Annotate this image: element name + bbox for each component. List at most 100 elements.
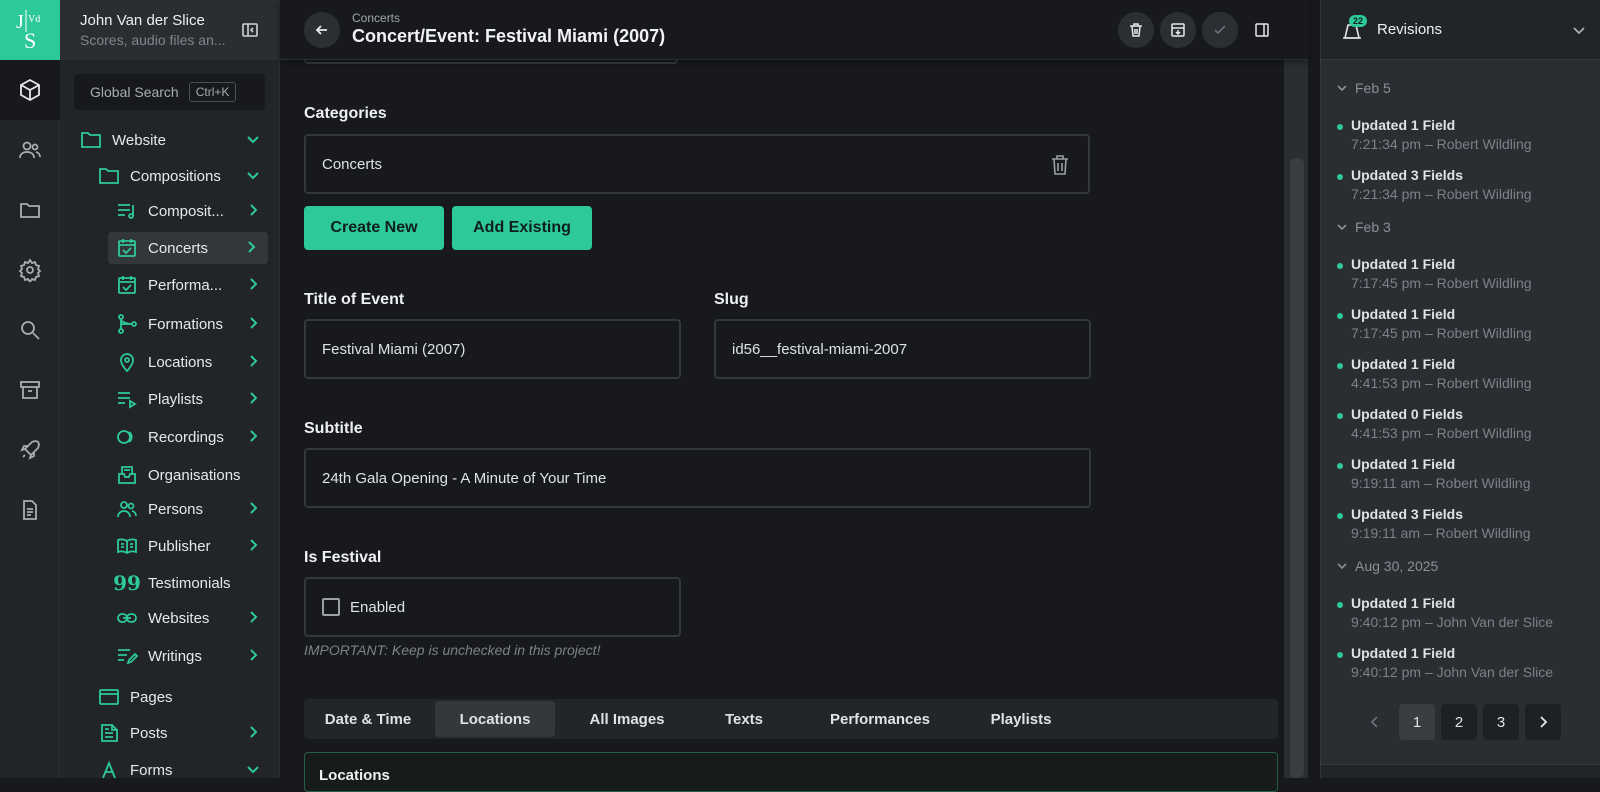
chevron-right-icon[interactable] (246, 610, 260, 624)
tree-item-websites[interactable]: Websites (116, 602, 270, 634)
revision-entry[interactable]: Updated 1 Field 7:21:34 pm – Robert Wildl… (1337, 117, 1587, 152)
music-list-icon (116, 200, 138, 222)
rocket-icon[interactable] (0, 420, 60, 480)
revision-entry[interactable]: Updated 0 Fields 4:41:53 pm – Robert Wild… (1337, 406, 1587, 441)
scrollbar[interactable] (1284, 60, 1308, 778)
tree-item-testimonials[interactable]: 99 Testimonials (113, 567, 270, 599)
tree-item-publisher[interactable]: Publisher (116, 530, 270, 562)
user-header: John Van der Slice Scores, audio files a… (60, 0, 279, 60)
tree-item-website[interactable]: Website (80, 124, 270, 156)
archive-icon[interactable] (0, 360, 60, 420)
chevron-down-icon[interactable] (246, 132, 260, 146)
revision-date: Aug 30, 2025 (1355, 558, 1439, 574)
chevron-down-icon[interactable] (246, 762, 260, 776)
revisions-title: Revisions (1377, 21, 1443, 38)
page-button[interactable]: 3 (1483, 704, 1519, 740)
gear-icon[interactable] (0, 240, 60, 300)
folder-icon[interactable] (0, 180, 60, 240)
tab-locations[interactable]: Locations (435, 701, 555, 737)
tree-item-persons[interactable]: Persons (116, 493, 270, 525)
chevron-down-icon[interactable] (246, 168, 260, 182)
tree-item-formations[interactable]: Formations (116, 308, 270, 340)
chevron-right-icon[interactable] (246, 391, 260, 405)
chevron-down-icon (1337, 85, 1347, 92)
revisions-footer (1321, 764, 1600, 778)
create-new-button[interactable]: Create New (304, 206, 444, 250)
users-icon[interactable] (0, 120, 60, 180)
chevron-right-icon[interactable] (246, 277, 260, 291)
archive-button[interactable] (1160, 12, 1196, 48)
page-button[interactable]: 2 (1441, 704, 1477, 740)
tab-date-time[interactable]: Date & Time (308, 701, 428, 737)
revision-entry[interactable]: Updated 3 Fields 7:21:34 pm – Robert Wild… (1337, 167, 1587, 202)
tree-item-organisations[interactable]: Organisations (116, 459, 270, 491)
revision-date-group[interactable]: Feb 5 (1337, 80, 1391, 96)
add-existing-button[interactable]: Add Existing (452, 206, 592, 250)
category-item: Concerts (322, 155, 383, 173)
prev-page-button[interactable] (1357, 704, 1393, 740)
festival-field: Enabled (304, 577, 681, 637)
chevron-right-icon[interactable] (246, 538, 260, 552)
chevron-right-icon[interactable] (244, 240, 258, 254)
global-search[interactable]: Global Search Ctrl+K (74, 74, 265, 110)
revision-date: Feb 5 (1355, 80, 1391, 96)
breadcrumb[interactable]: Concerts (352, 11, 400, 25)
revision-entry[interactable]: Updated 1 Field 9:40:12 pm – John Van der… (1337, 595, 1587, 630)
tab-texts[interactable]: Texts (704, 701, 784, 737)
chevron-right-icon[interactable] (246, 725, 260, 739)
scrollbar-thumb[interactable] (1290, 158, 1304, 778)
tree-item-compositions-folder[interactable]: Compositions (98, 160, 270, 192)
chevron-right-icon[interactable] (246, 203, 260, 217)
revision-entry[interactable]: Updated 1 Field 9:40:12 pm – John Van der… (1337, 645, 1587, 680)
chevron-right-icon[interactable] (246, 316, 260, 330)
tab-performances[interactable]: Performances (810, 701, 950, 737)
next-page-button[interactable] (1525, 704, 1561, 740)
revision-date-group[interactable]: Aug 30, 2025 (1337, 558, 1438, 574)
chevron-right-icon[interactable] (246, 354, 260, 368)
revisions-header[interactable]: 22 Revisions (1321, 0, 1600, 60)
content-icon[interactable] (0, 60, 60, 120)
revisions-panel: 22 Revisions Feb 5 Updated 1 Field 7:21:3… (1320, 0, 1600, 778)
chevron-down-icon[interactable] (1572, 23, 1586, 37)
tab-all-images[interactable]: All Images (562, 701, 692, 737)
window-icon (98, 686, 120, 708)
revision-entry[interactable]: Updated 1 Field 7:17:45 pm – Robert Wildl… (1337, 256, 1587, 291)
festival-label: Is Festival (304, 549, 382, 566)
chevron-right-icon[interactable] (246, 429, 260, 443)
tree-item-concerts[interactable]: Concerts (108, 232, 268, 264)
chevron-right-icon[interactable] (246, 501, 260, 515)
title-input[interactable]: Festival Miami (2007) (304, 319, 681, 379)
sidebar-collapse-icon[interactable] (241, 21, 259, 39)
revision-date-group[interactable]: Feb 3 (1337, 219, 1391, 235)
tree-item-compositions[interactable]: Composit... (116, 195, 270, 227)
festival-checkbox[interactable] (322, 598, 340, 616)
tree-item-recordings[interactable]: Recordings (116, 421, 270, 453)
tab-playlists[interactable]: Playlists (966, 701, 1076, 737)
tree-item-locations[interactable]: Locations (116, 346, 270, 378)
toggle-sidebar-button[interactable] (1244, 12, 1280, 48)
remove-category-icon[interactable] (1050, 154, 1070, 176)
back-button[interactable] (304, 12, 340, 48)
slug-input[interactable]: id56__festival-miami-2007 (714, 319, 1091, 379)
document-icon[interactable] (0, 480, 60, 540)
search-icon[interactable] (0, 300, 60, 360)
chevron-right-icon[interactable] (246, 648, 260, 662)
revision-title: Updated 1 Field (1351, 595, 1456, 611)
subtitle-input[interactable]: 24th Gala Opening - A Minute of Your Tim… (304, 448, 1091, 508)
tree-item-label: Composit... (148, 202, 224, 220)
revision-entry[interactable]: Updated 1 Field 4:41:53 pm – Robert Wildl… (1337, 356, 1587, 391)
revision-entry[interactable]: Updated 1 Field 7:17:45 pm – Robert Wildl… (1337, 306, 1587, 341)
revision-entry[interactable]: Updated 1 Field 9:19:11 am – Robert Wildl… (1337, 456, 1587, 491)
trash-icon (1130, 23, 1142, 37)
tree-item-pages[interactable]: Pages (98, 681, 270, 713)
delete-button[interactable] (1118, 12, 1154, 48)
tree-item-posts[interactable]: Posts (98, 717, 270, 749)
tree-item-playlists[interactable]: Playlists (116, 383, 270, 415)
app-logo[interactable]: J Vd S (0, 0, 60, 60)
publish-button[interactable] (1202, 12, 1238, 48)
tree-item-writings[interactable]: Writings (116, 640, 270, 672)
tree-item-forms[interactable]: Forms (98, 754, 270, 786)
revision-entry[interactable]: Updated 3 Fields 9:19:11 am – Robert Wild… (1337, 506, 1587, 541)
tree-item-performances[interactable]: Performa... (116, 269, 270, 301)
page-button[interactable]: 1 (1399, 704, 1435, 740)
